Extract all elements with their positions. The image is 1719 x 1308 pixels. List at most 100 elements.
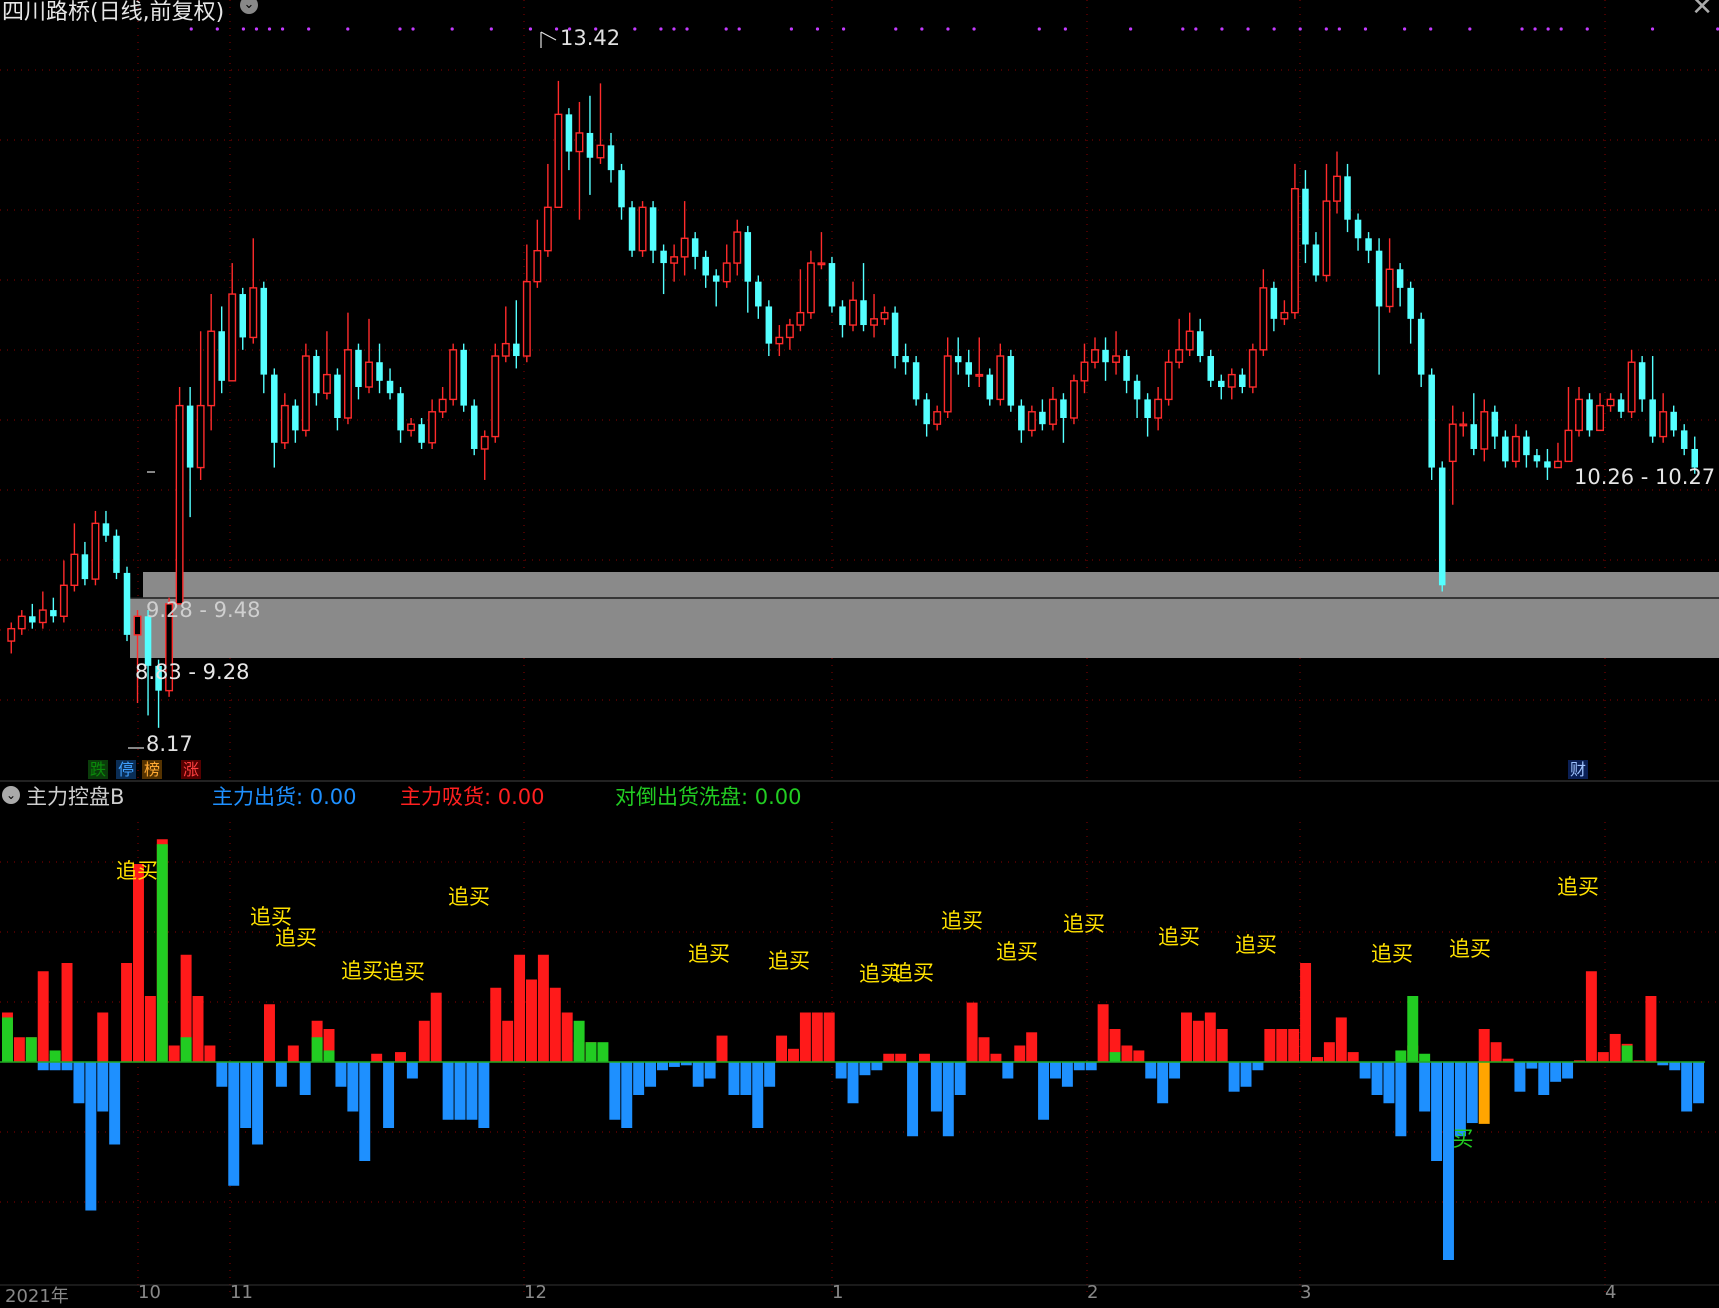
marker-dot xyxy=(1181,27,1185,31)
red-bar xyxy=(1133,1050,1145,1062)
candle-body xyxy=(618,170,625,208)
blue-bar xyxy=(1526,1062,1538,1069)
candle-body xyxy=(1207,356,1215,381)
price-chart[interactable] xyxy=(0,0,1719,782)
date-label: 12 xyxy=(524,1282,547,1303)
event-tag[interactable]: 涨 xyxy=(181,760,201,779)
red-bar xyxy=(883,1053,895,1062)
candle-body xyxy=(1659,411,1668,438)
blue-bar xyxy=(930,1062,942,1112)
candle-body xyxy=(1080,361,1089,382)
close-icon[interactable]: ✕ xyxy=(1691,0,1713,22)
blue-bar xyxy=(704,1062,716,1079)
candle-body xyxy=(828,263,836,307)
candle-body xyxy=(607,145,615,171)
red-bar xyxy=(1192,1020,1204,1062)
candle-body xyxy=(1448,423,1457,463)
candle-body xyxy=(301,355,310,432)
candle-body xyxy=(196,404,205,469)
blue-bar xyxy=(633,1062,645,1095)
event-tag[interactable]: 停 xyxy=(116,760,136,779)
red-bar xyxy=(502,1020,514,1062)
legend-main-in: 主力吸货: 0.00 xyxy=(400,785,545,809)
candle-body xyxy=(649,207,657,251)
date-label: 2 xyxy=(1087,1282,1099,1303)
red-bar xyxy=(430,992,442,1062)
low-price-label: 8.17 xyxy=(146,732,193,756)
marker-dot xyxy=(633,27,637,31)
red-bar xyxy=(13,1037,25,1062)
red-bar xyxy=(144,996,156,1062)
event-tag[interactable]: 榜 xyxy=(142,760,162,779)
candle-body xyxy=(343,349,352,419)
candle-body xyxy=(680,237,689,258)
indicator-name: 主力控盘B xyxy=(26,785,125,809)
marker-dot xyxy=(841,27,846,31)
candle-body xyxy=(975,373,984,377)
red-bar xyxy=(1097,1004,1109,1062)
red-bar xyxy=(549,987,561,1062)
candle-body xyxy=(1060,399,1067,418)
blue-bar xyxy=(61,1062,73,1071)
red-bar xyxy=(1204,1012,1216,1062)
candle-body xyxy=(891,312,899,357)
marker-dot xyxy=(1129,27,1133,31)
candle-body xyxy=(186,405,194,468)
candle-body xyxy=(1553,460,1562,469)
last-price-label: 10.26 - 10.27 xyxy=(1574,465,1716,489)
marker-dot xyxy=(1468,27,1472,31)
marker-dot xyxy=(815,27,820,31)
candle-body xyxy=(965,362,973,375)
high-pointer xyxy=(540,31,557,48)
red-bar xyxy=(1121,1045,1133,1062)
candle-body xyxy=(860,300,867,326)
red-bar xyxy=(799,1012,811,1062)
marker-dot xyxy=(946,27,950,31)
blue-bar xyxy=(1038,1062,1050,1120)
support-zone-upper xyxy=(143,572,1719,598)
red-bar xyxy=(418,1020,430,1062)
candle-body xyxy=(1344,176,1351,220)
marker-dot xyxy=(1585,27,1589,31)
blue-bar xyxy=(1169,1062,1181,1079)
candle-body xyxy=(1154,398,1163,419)
marker-dot xyxy=(1246,27,1250,31)
blue-bar xyxy=(1681,1062,1693,1112)
candle-body xyxy=(1670,411,1677,431)
candle-body xyxy=(376,362,383,381)
blue-bar xyxy=(942,1062,954,1137)
indicator-panel[interactable]: 追买 追买 追买 追买 追买 追买 追买 追买 追买 追买 追买 追买 追买 追买 追买 追买 追买 追买买 xyxy=(0,782,1719,1292)
blue-bar xyxy=(1419,1062,1431,1112)
red-bar xyxy=(1645,996,1657,1062)
candle-body xyxy=(1048,398,1057,425)
buy-annotation: 追买 xyxy=(996,940,1038,964)
candle-body xyxy=(1627,361,1636,413)
candle-body xyxy=(1575,398,1583,432)
candle-body xyxy=(59,584,68,617)
candle-body xyxy=(91,522,100,580)
red-bar xyxy=(966,1002,978,1062)
blue-bar xyxy=(73,1062,85,1104)
blue-bar xyxy=(1466,1062,1478,1124)
candle-body xyxy=(418,424,425,443)
red-bar xyxy=(192,996,204,1062)
marker-dot xyxy=(1324,27,1328,31)
marker-dot xyxy=(1650,27,1655,31)
marker-dot xyxy=(1194,27,1198,31)
green-bar xyxy=(597,1042,609,1062)
candle-body xyxy=(491,355,500,438)
candle-body xyxy=(554,113,563,209)
candle-body xyxy=(628,207,636,251)
event-tag[interactable]: 财 xyxy=(1568,760,1588,779)
marker-dot xyxy=(920,27,924,31)
candle-body xyxy=(722,262,731,283)
marker-dot xyxy=(1403,27,1407,31)
chevron-down-icon[interactable]: ⌄ xyxy=(2,786,20,804)
green-bar xyxy=(585,1042,597,1062)
event-tag[interactable]: 跌 xyxy=(88,760,108,779)
red-bar xyxy=(1026,1032,1038,1062)
date-label: 1 xyxy=(832,1282,844,1303)
buy-annotation: 追买 xyxy=(383,960,425,984)
candle-body xyxy=(271,374,278,443)
blue-bar xyxy=(442,1062,454,1120)
